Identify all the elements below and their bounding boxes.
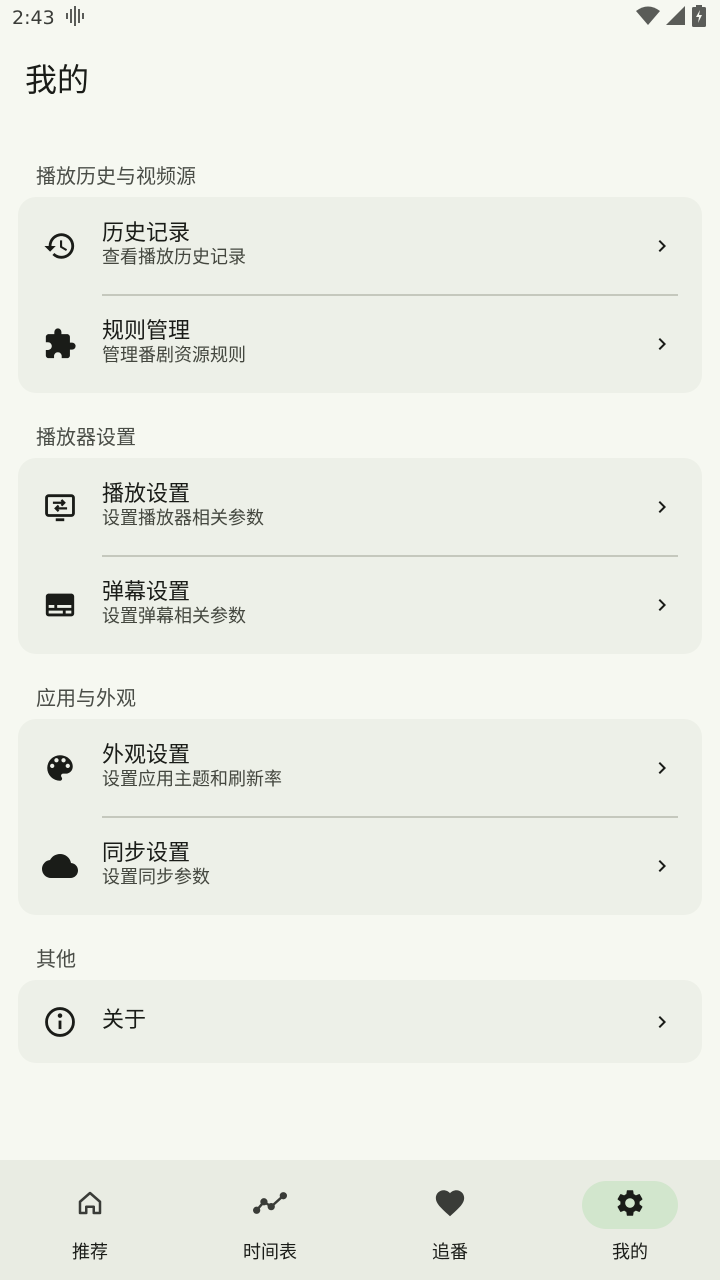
row-title: 播放设置 [102, 482, 191, 507]
section-header-appearance: 应用与外观 [36, 686, 136, 710]
history-card: 历史记录 查看播放历史记录 规则管理 管理番剧资源规则 [18, 197, 702, 393]
row-title: 外观设置 [102, 743, 191, 768]
chevron-right-icon [650, 332, 674, 356]
nav-item-following[interactable]: 追番 [360, 1160, 540, 1280]
appearance-card: 外观设置 设置应用主题和刷新率 同步设置 设置同步参数 [18, 719, 702, 915]
signal-icon [666, 6, 686, 30]
heart-icon [433, 1186, 467, 1224]
nav-item-mine[interactable]: 我的 [540, 1160, 720, 1280]
row-title: 关于 [102, 1008, 147, 1033]
danmaku-settings-item[interactable]: 弹幕设置 设置弹幕相关参数 [18, 556, 702, 654]
row-subtitle: 设置弹幕相关参数 [102, 606, 246, 627]
nav-label: 时间表 [243, 1242, 297, 1263]
info-icon [42, 1004, 78, 1040]
chevron-right-icon [650, 756, 674, 780]
nav-label: 推荐 [72, 1242, 108, 1263]
history-record-item[interactable]: 历史记录 查看播放历史记录 [18, 197, 702, 295]
row-subtitle: 查看播放历史记录 [102, 247, 246, 268]
rule-management-item[interactable]: 规则管理 管理番剧资源规则 [18, 295, 702, 393]
nav-label: 我的 [612, 1242, 648, 1263]
bottom-navigation: 推荐 时间表 追番 我的 [0, 1160, 720, 1280]
chevron-right-icon [650, 495, 674, 519]
row-subtitle: 管理番剧资源规则 [102, 345, 246, 366]
page-title: 我的 [25, 61, 90, 99]
cloud-icon [42, 848, 78, 884]
row-subtitle: 设置播放器相关参数 [102, 508, 264, 529]
about-item[interactable]: 关于 [18, 980, 702, 1063]
status-bar: 2:43 [0, 0, 720, 36]
active-indicator [582, 1181, 678, 1229]
nav-label: 追番 [432, 1242, 468, 1263]
playback-settings-item[interactable]: 播放设置 设置播放器相关参数 [18, 458, 702, 556]
nav-item-recommend[interactable]: 推荐 [0, 1160, 180, 1280]
battery-icon [692, 5, 706, 31]
nav-item-timeline[interactable]: 时间表 [180, 1160, 360, 1280]
sync-settings-item[interactable]: 同步设置 设置同步参数 [18, 817, 702, 915]
puzzle-icon [42, 326, 78, 362]
sound-wave-icon [65, 5, 87, 31]
row-subtitle: 设置同步参数 [102, 867, 210, 888]
palette-icon [42, 750, 78, 786]
row-title: 同步设置 [102, 841, 191, 866]
section-header-history: 播放历史与视频源 [36, 164, 196, 188]
chevron-right-icon [650, 1010, 674, 1034]
gear-icon [614, 1187, 646, 1223]
player-settings-icon [42, 489, 78, 525]
row-title: 规则管理 [102, 319, 191, 344]
row-title: 历史记录 [102, 221, 191, 246]
history-icon [42, 228, 78, 264]
status-time: 2:43 [12, 7, 55, 29]
chevron-right-icon [650, 593, 674, 617]
player-card: 播放设置 设置播放器相关参数 弹幕设置 设置弹幕相关参数 [18, 458, 702, 654]
chevron-right-icon [650, 854, 674, 878]
section-header-player: 播放器设置 [36, 425, 136, 449]
home-icon [75, 1188, 105, 1222]
other-card: 关于 [18, 980, 702, 1063]
danmaku-icon [42, 587, 78, 623]
timeline-icon [253, 1188, 287, 1222]
wifi-icon [636, 6, 660, 30]
chevron-right-icon [650, 234, 674, 258]
section-header-other: 其他 [36, 947, 76, 971]
row-title: 弹幕设置 [102, 580, 191, 605]
appearance-settings-item[interactable]: 外观设置 设置应用主题和刷新率 [18, 719, 702, 817]
row-subtitle: 设置应用主题和刷新率 [102, 769, 282, 790]
